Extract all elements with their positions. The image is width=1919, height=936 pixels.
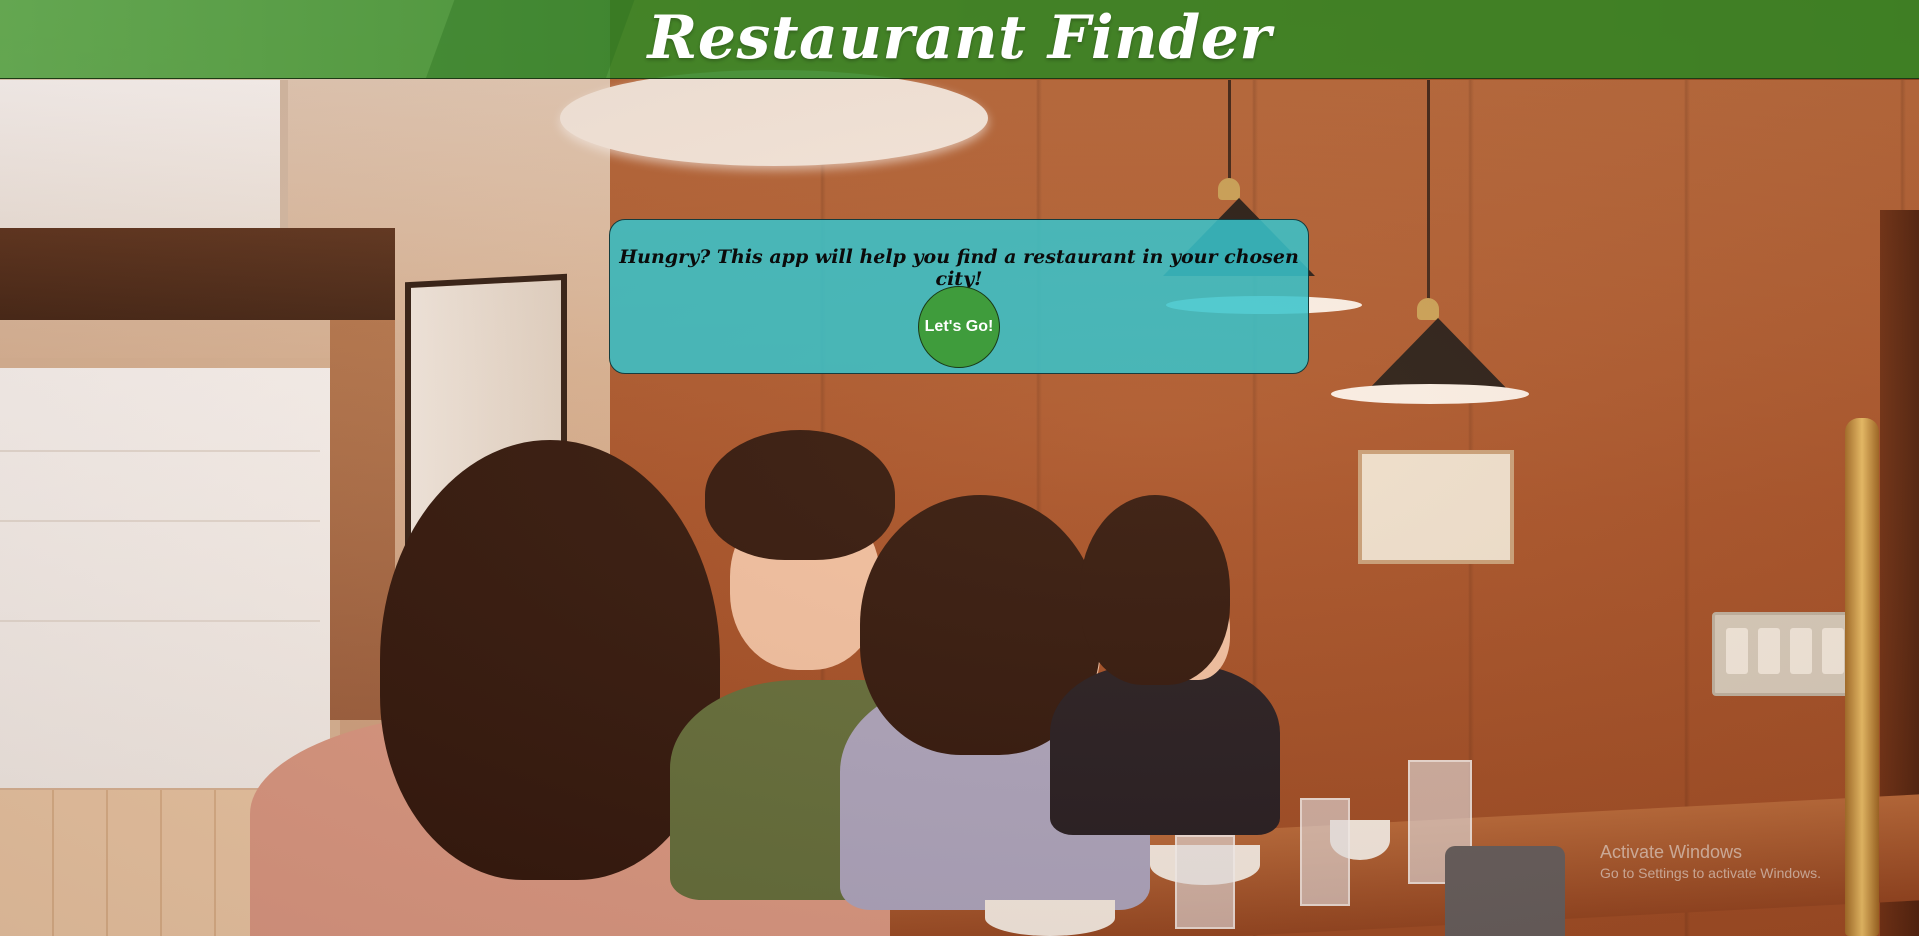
app-title: Restaurant Finder [647, 3, 1272, 73]
photo-glass [1175, 835, 1235, 929]
photo-window-large [0, 358, 340, 798]
photo-window-line [0, 620, 320, 622]
photo-switch [1822, 628, 1844, 674]
photo-wall-frame [1358, 450, 1514, 564]
photo-lamp-cap [1218, 178, 1240, 200]
background-photo [0, 0, 1919, 936]
photo-lamp-rim [1331, 384, 1529, 404]
photo-lamp-cord [1228, 80, 1231, 180]
lets-go-button[interactable]: Let's Go! [918, 286, 1000, 368]
photo-floor [0, 790, 280, 936]
photo-bowl [985, 900, 1115, 936]
photo-person-torso [1050, 665, 1280, 835]
watermark-title: Activate Windows [1600, 842, 1743, 862]
photo-lamp-large [560, 70, 988, 166]
photo-glass [1300, 798, 1350, 906]
activation-watermark: Activate Windows Go to Settings to activ… [1600, 842, 1900, 881]
photo-person-hair [380, 440, 720, 880]
photo-lamp-cap [1417, 298, 1439, 320]
photo-switch [1758, 628, 1780, 674]
photo-switch [1726, 628, 1748, 674]
photo-person-hair [705, 430, 895, 560]
intro-card: Hungry? This app will help you find a re… [609, 219, 1309, 374]
photo-lamp-cord [1427, 80, 1430, 300]
photo-switch [1790, 628, 1812, 674]
photo-window-line [0, 520, 320, 522]
photo-person-hair [1080, 495, 1230, 685]
photo-window-line [0, 450, 320, 452]
photo-window-top [0, 80, 288, 246]
intro-text: Hungry? This app will help you find a re… [619, 246, 1299, 290]
photo-kettle [1445, 846, 1565, 936]
app-header: Restaurant Finder [0, 0, 1919, 79]
photo-beam [0, 228, 395, 320]
watermark-subtitle: Go to Settings to activate Windows. [1600, 865, 1821, 881]
